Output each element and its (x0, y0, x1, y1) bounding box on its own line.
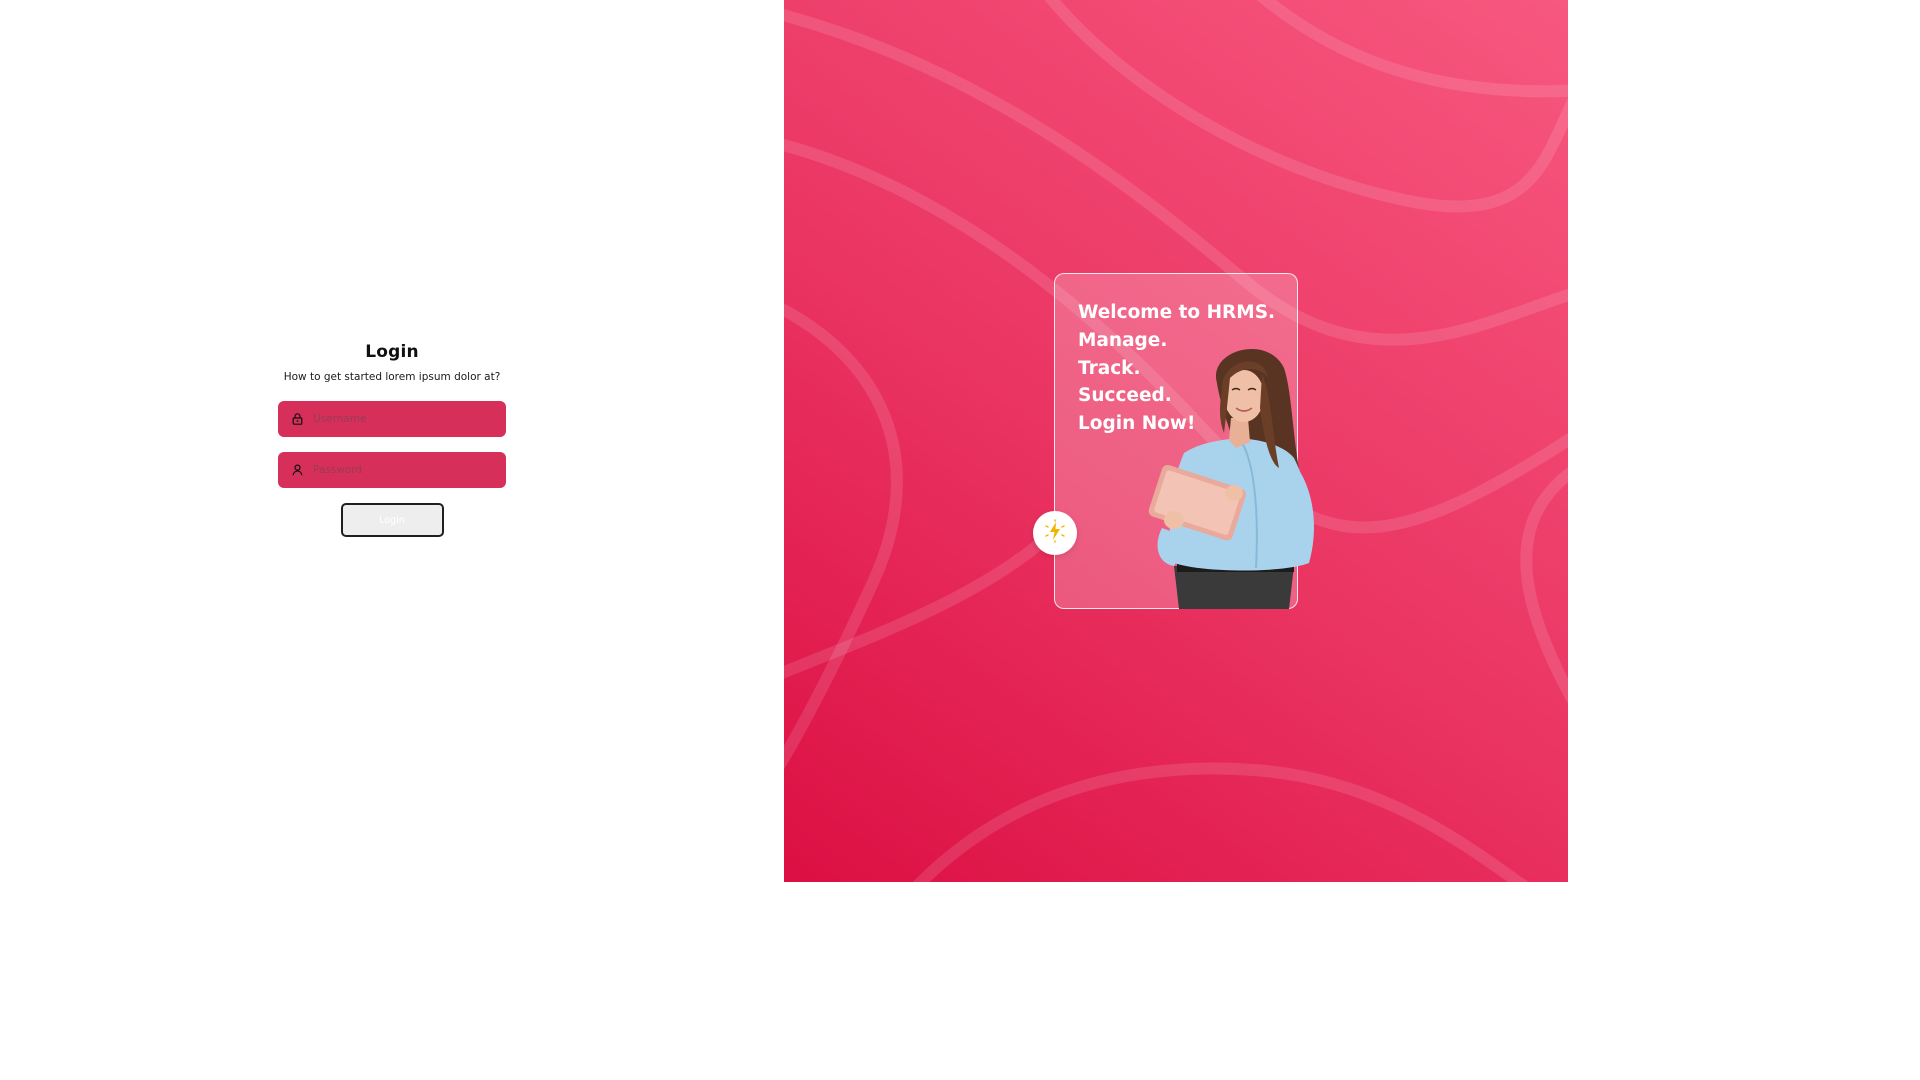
login-subtitle: How to get started lorem ipsum dolor at? (283, 371, 501, 383)
lock-icon (290, 412, 304, 426)
login-title: Login (365, 342, 419, 362)
woman-with-tablet-image (1148, 349, 1314, 609)
sparkle-icon (1043, 519, 1067, 547)
sparkle-badge (1033, 511, 1077, 555)
login-pane: Login How to get started lorem ipsum dol… (0, 0, 784, 882)
user-icon (290, 463, 304, 477)
welcome-pane: Welcome to HRMS. Manage. Track. Succeed.… (784, 0, 1568, 882)
login-form: Login How to get started lorem ipsum dol… (278, 342, 506, 537)
welcome-line: Welcome to HRMS. (1078, 302, 1276, 323)
login-button[interactable]: Login (340, 503, 444, 537)
password-field[interactable] (278, 452, 506, 488)
username-field[interactable] (278, 401, 506, 437)
username-input[interactable] (313, 413, 493, 425)
password-input[interactable] (313, 464, 493, 476)
